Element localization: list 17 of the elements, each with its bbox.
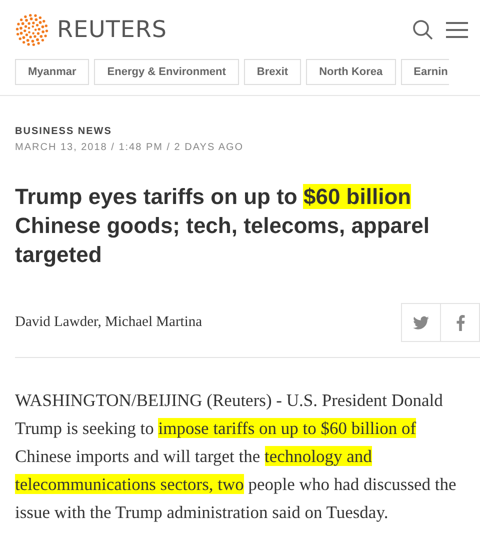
topic-tag[interactable]: Energy & Environment — [94, 59, 239, 85]
menu-icon[interactable] — [446, 20, 468, 40]
byline: David Lawder, Michael Martina — [15, 314, 204, 331]
bird-icon — [413, 316, 429, 330]
facebook-share-button[interactable] — [440, 303, 480, 342]
topic-tag[interactable]: Earnin — [400, 59, 449, 85]
search-icon[interactable] — [412, 19, 434, 41]
topic-tag[interactable]: Myanmar — [15, 59, 90, 85]
headline: Trump eyes tariffs on up to $60 billion Chinese goods; tech, telecoms, apparel targeted — [15, 183, 430, 269]
brand-name: REUTERS — [57, 17, 168, 43]
dateline: MARCH 13, 2018 / 1:48 PM / 2 DAYS AGO — [15, 142, 245, 153]
topic-tag[interactable]: North Korea — [306, 59, 396, 85]
topic-tag[interactable]: Brexit — [244, 59, 302, 85]
twitter-share-button[interactable] — [401, 303, 441, 342]
logo-icon — [15, 13, 49, 47]
section-label: BUSINESS NEWS — [15, 126, 113, 137]
facebook-icon — [456, 314, 464, 330]
